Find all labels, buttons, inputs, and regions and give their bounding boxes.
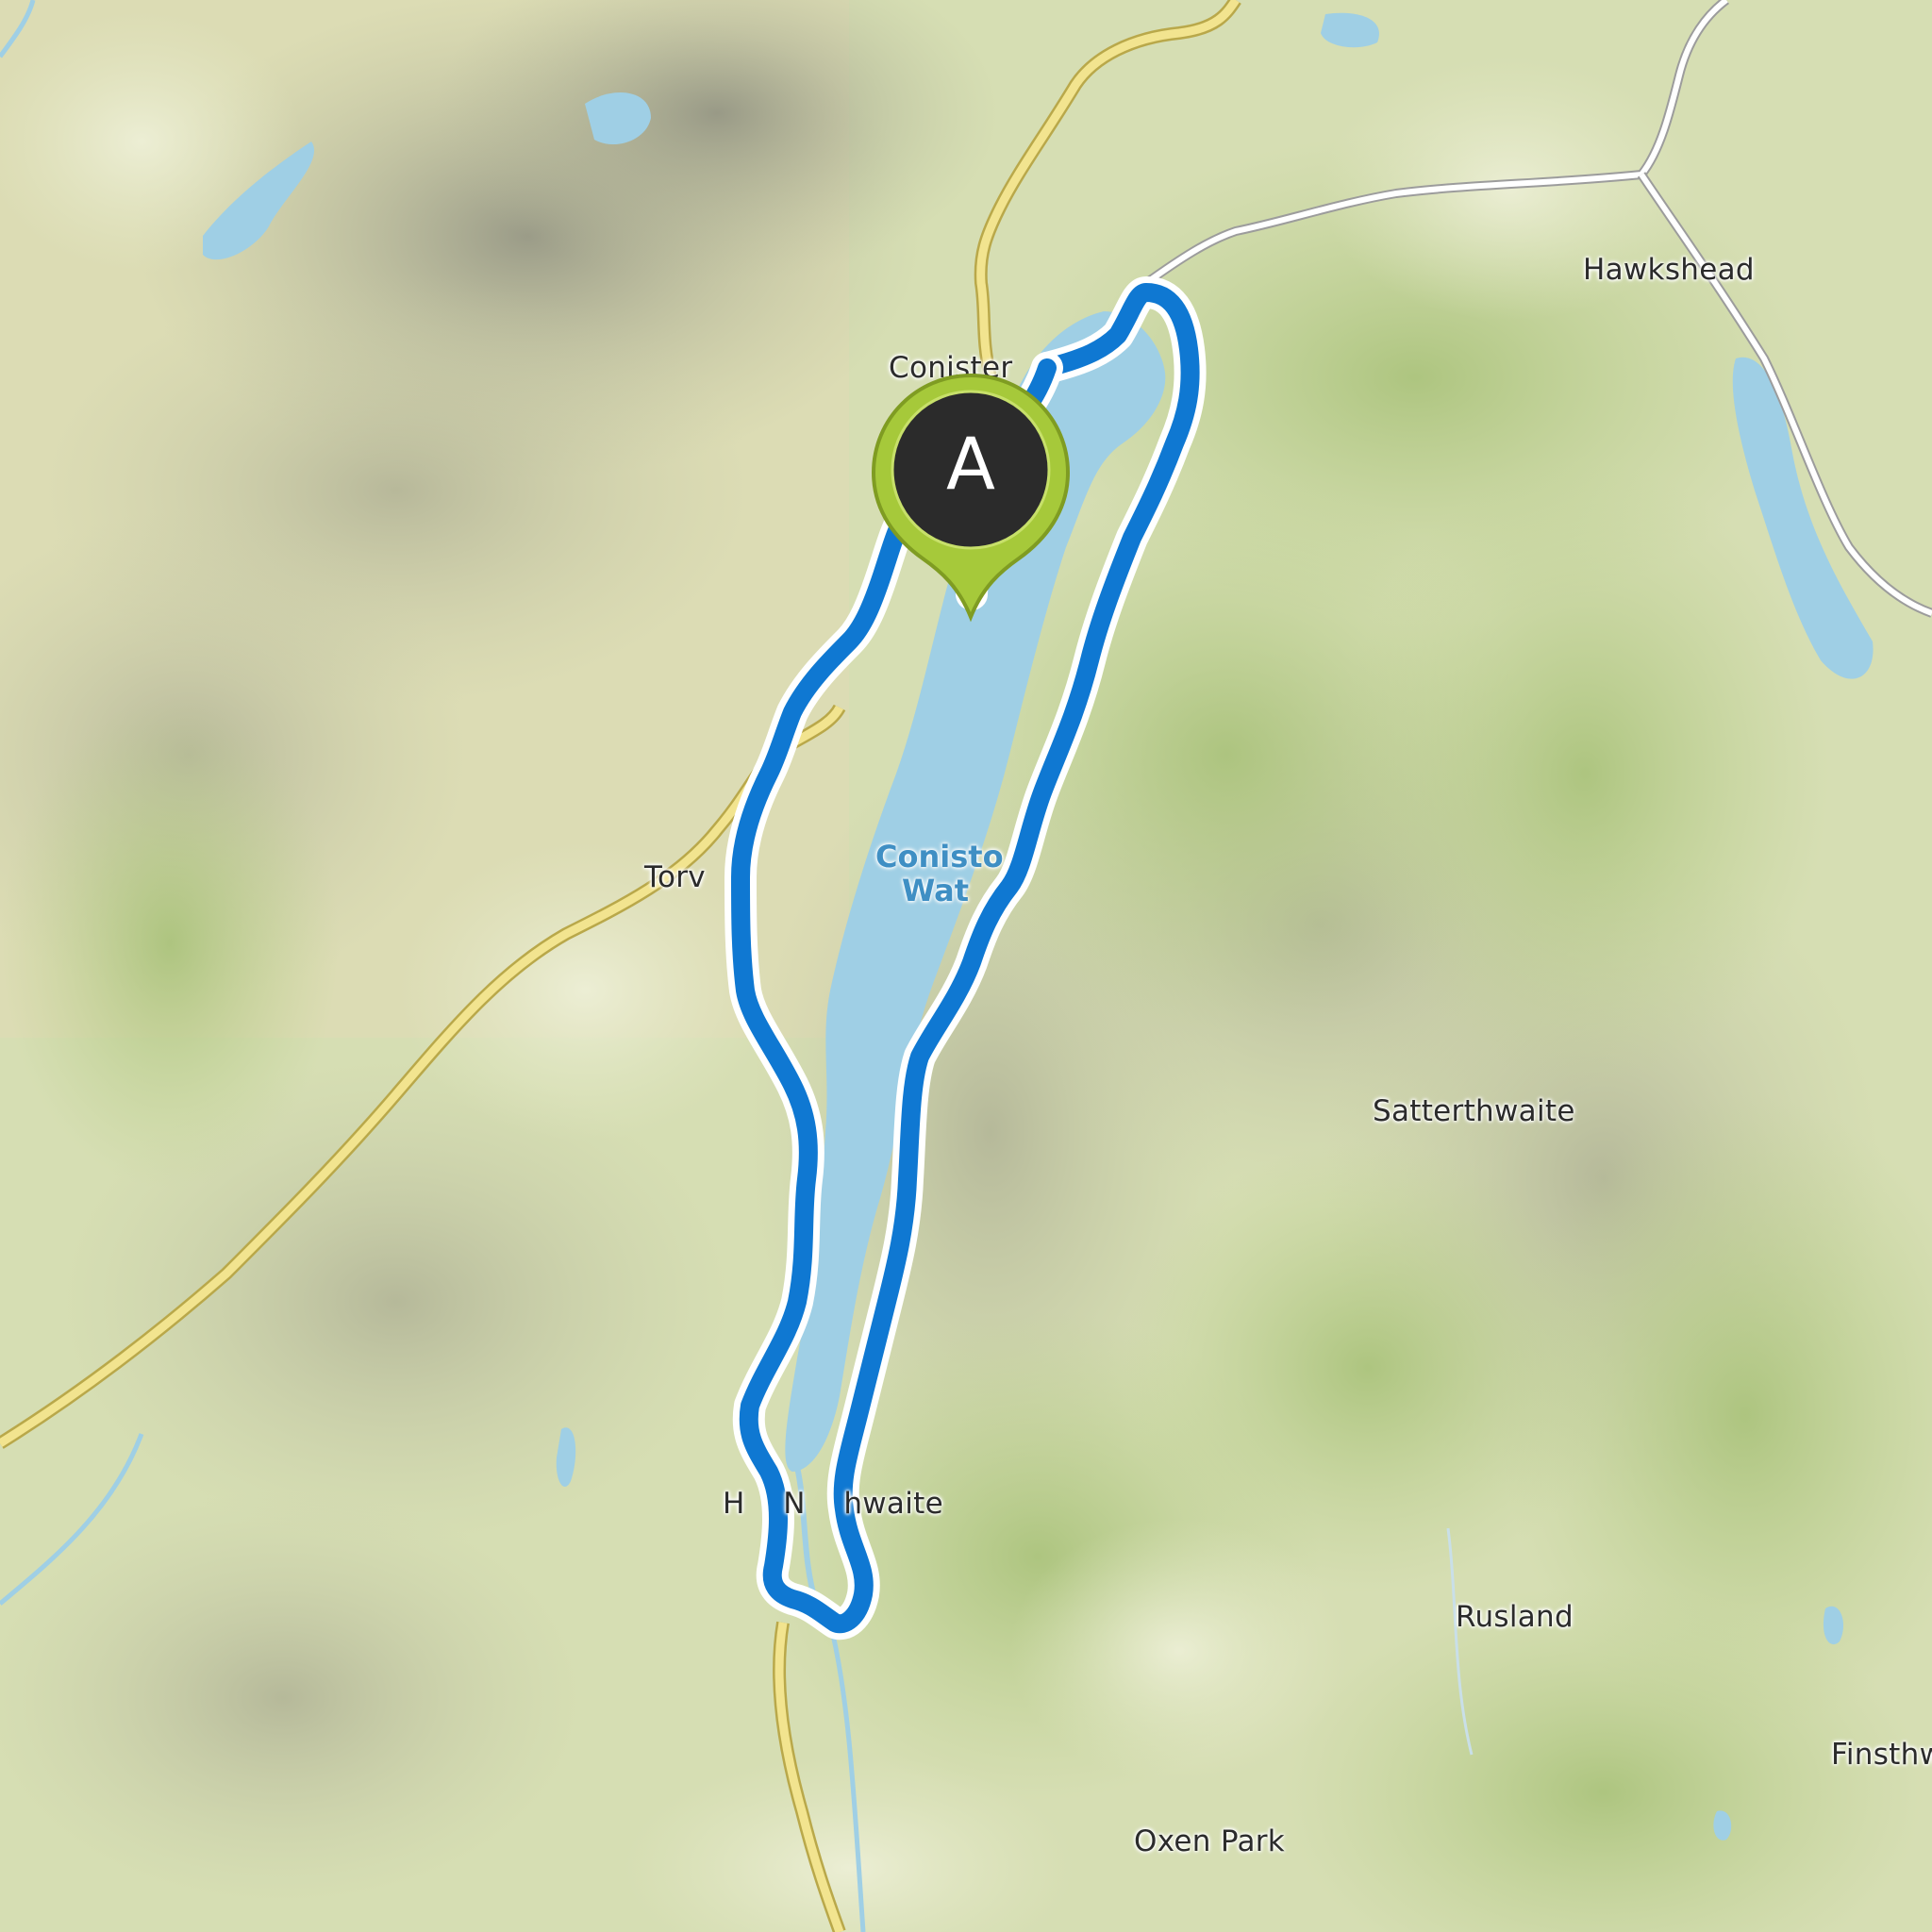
water-label-coniston-water: Conisto Wat (875, 840, 1004, 908)
meadow (396, 840, 774, 1141)
place-label-rusland: Rusland (1456, 1600, 1574, 1634)
map-base-layer (0, 0, 1932, 1932)
place-label-hawkshead: Hawkshead (1583, 253, 1755, 287)
start-marker-label: A (946, 422, 995, 506)
place-label-finsthwaite: Finsthw (1831, 1738, 1932, 1772)
meadow (1009, 1519, 1349, 1783)
woodland (0, 698, 340, 1189)
water-label-line-1: Conisto (875, 839, 1004, 874)
woodland (1340, 462, 1830, 1085)
place-label-satterthwaite: Satterthwaite (1373, 1094, 1575, 1128)
start-marker[interactable]: A (868, 370, 1074, 623)
water-label-line-2: Wat (902, 873, 970, 908)
fell-shade (0, 1491, 585, 1906)
place-label-oxen-park: Oxen Park (1134, 1824, 1286, 1858)
place-label-nibthwaite: H N hwaite (723, 1487, 943, 1521)
place-label-torver: Torv (644, 860, 706, 894)
map-canvas[interactable]: Conister Hawkshead Torv Satterthwaite H … (0, 0, 1932, 1932)
